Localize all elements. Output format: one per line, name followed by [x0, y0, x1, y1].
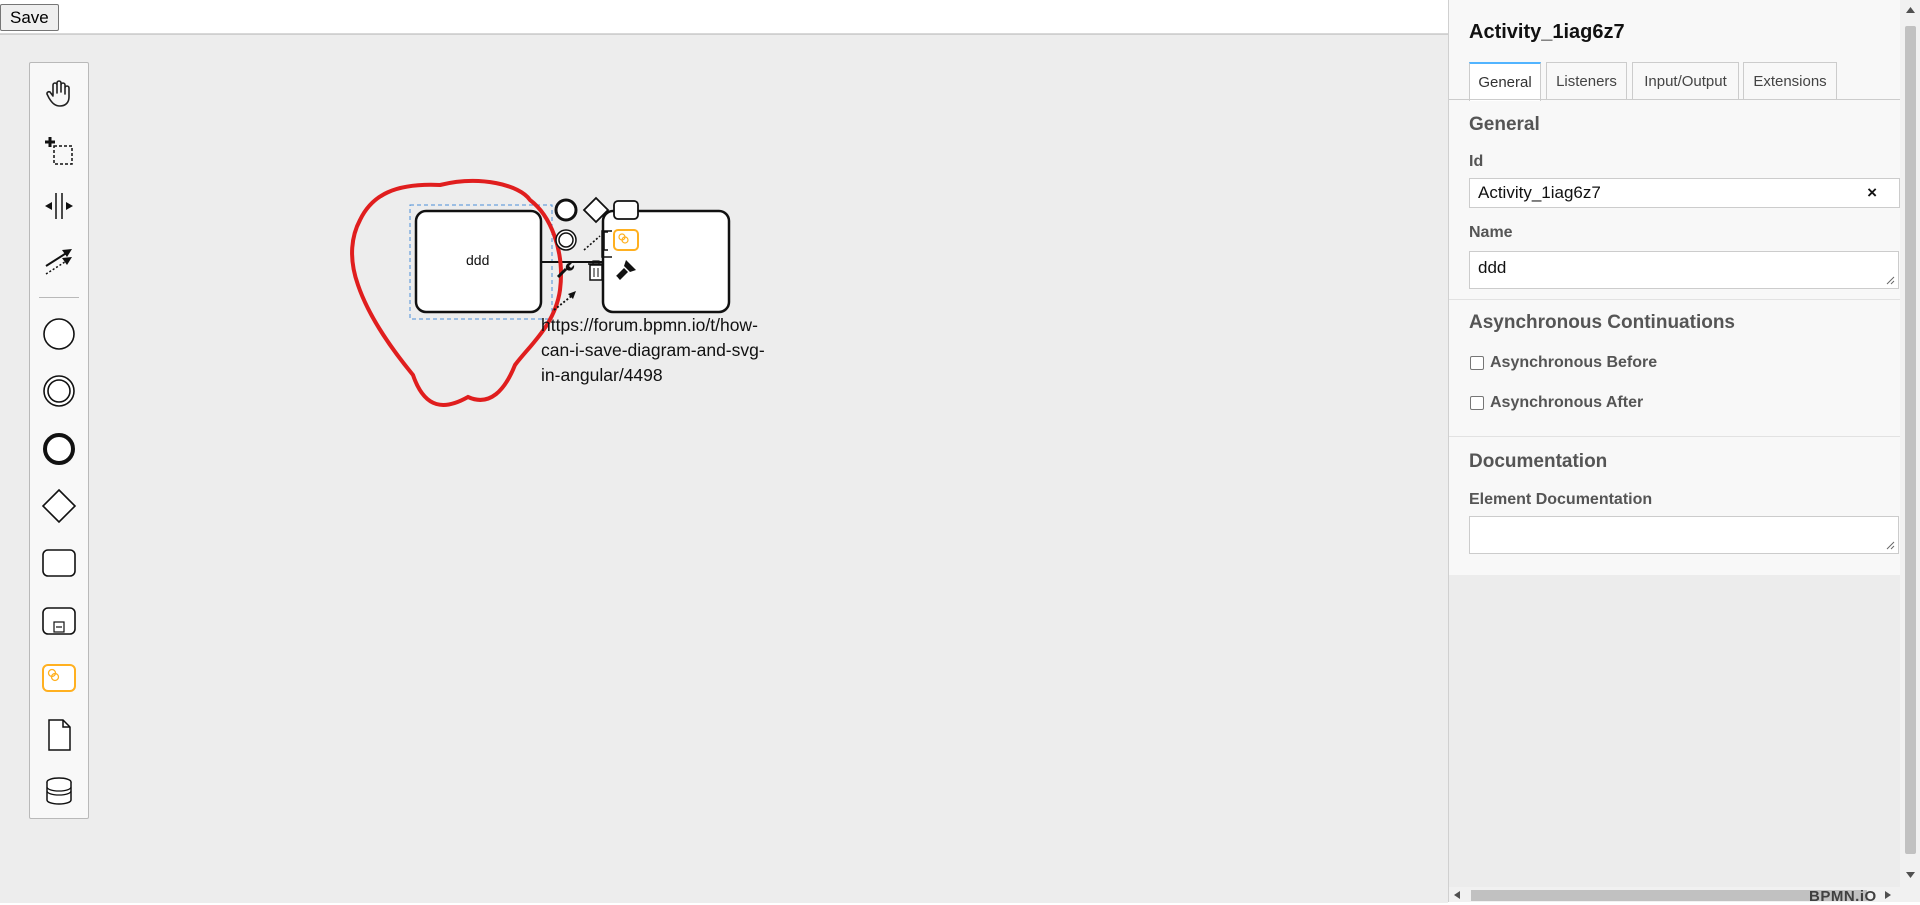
- space-tool-icon[interactable]: [30, 181, 88, 231]
- name-field[interactable]: ddd: [1469, 251, 1899, 289]
- start-event-icon[interactable]: [30, 309, 88, 359]
- top-bar: Save: [0, 0, 1448, 34]
- scroll-down-icon[interactable]: [1905, 871, 1916, 879]
- data-object-icon[interactable]: [30, 710, 88, 760]
- id-field[interactable]: Activity_1iag6z7 ×: [1469, 178, 1900, 208]
- async-before-label: Asynchronous Before: [1490, 354, 1658, 371]
- tab-input-output[interactable]: Input/Output: [1632, 62, 1739, 99]
- wrench-icon[interactable]: [551, 255, 581, 285]
- element-documentation-label: Element Documentation: [1469, 491, 1653, 508]
- group-divider: [1449, 299, 1900, 300]
- name-label: Name: [1469, 224, 1513, 241]
- tabs-underline: [1449, 99, 1900, 100]
- async-after-label: Asynchronous After: [1490, 394, 1644, 411]
- properties-panel: Activity_1iag6z7 General Listeners Input…: [1448, 0, 1920, 905]
- resize-grip-icon[interactable]: [1886, 541, 1895, 550]
- trash-icon[interactable]: [581, 255, 611, 285]
- tool-palette: [29, 62, 89, 819]
- group-title-general: General: [1469, 114, 1540, 135]
- connect-icon[interactable]: [551, 285, 581, 315]
- data-store-icon[interactable]: [30, 766, 88, 816]
- global-connect-tool-icon[interactable]: [30, 236, 88, 286]
- name-value: ddd: [1478, 258, 1507, 277]
- subprocess-icon[interactable]: [30, 596, 88, 646]
- resize-grip-icon[interactable]: [1886, 276, 1895, 285]
- change-type-service-icon[interactable]: [611, 225, 641, 255]
- diagram-svg: [350, 178, 731, 407]
- color-brush-icon[interactable]: [611, 255, 641, 285]
- end-event-icon[interactable]: [30, 424, 88, 474]
- tab-general[interactable]: General: [1469, 62, 1541, 101]
- annotation-line-2: can-i-save-diagram-and-svg-: [541, 340, 765, 360]
- task-label: ddd: [466, 252, 490, 268]
- service-task-icon[interactable]: [30, 653, 88, 703]
- tab-extensions[interactable]: Extensions: [1743, 62, 1837, 99]
- context-pad: [551, 196, 641, 333]
- append-intermediate-event-icon[interactable]: [551, 225, 581, 255]
- properties-empty-area: [1449, 575, 1900, 887]
- append-gateway-icon[interactable]: [581, 195, 611, 225]
- gateway-icon[interactable]: [30, 481, 88, 531]
- bpmn-io-logo[interactable]: BPMN.iO: [1809, 888, 1877, 905]
- id-label: Id: [1469, 153, 1484, 170]
- properties-content: Activity_1iag6z7 General Listeners Input…: [1449, 0, 1900, 575]
- save-button[interactable]: Save: [0, 4, 59, 31]
- async-after-checkbox-row[interactable]: Asynchronous After: [1469, 392, 1643, 414]
- scroll-up-icon[interactable]: [1905, 6, 1916, 14]
- intermediate-event-icon[interactable]: [30, 366, 88, 416]
- palette-separator: [39, 297, 79, 298]
- diagram-canvas[interactable]: ddd https://forum.bpmn.io/t/how- can-i-s…: [0, 34, 1448, 903]
- async-after-checkbox[interactable]: [1470, 396, 1484, 410]
- element-title: Activity_1iag6z7: [1469, 21, 1625, 43]
- append-text-annotation-icon[interactable]: [581, 225, 611, 255]
- task-icon[interactable]: [30, 538, 88, 588]
- async-before-checkbox[interactable]: [1470, 356, 1484, 370]
- id-value: Activity_1iag6z7: [1478, 183, 1601, 202]
- group-title-documentation: Documentation: [1469, 451, 1608, 472]
- group-title-async: Asynchronous Continuations: [1469, 312, 1735, 333]
- scroll-right-icon[interactable]: [1884, 890, 1892, 900]
- append-end-event-icon[interactable]: [551, 195, 581, 225]
- scroll-left-icon[interactable]: [1453, 890, 1461, 900]
- async-before-checkbox-row[interactable]: Asynchronous Before: [1469, 352, 1657, 374]
- horizontal-scrollbar-thumb[interactable]: [1471, 890, 1867, 901]
- tab-listeners[interactable]: Listeners: [1546, 62, 1627, 99]
- element-documentation-field[interactable]: [1469, 516, 1899, 554]
- vertical-scrollbar-thumb[interactable]: [1905, 26, 1916, 854]
- hand-tool-icon[interactable]: [30, 68, 88, 118]
- vertical-scrollbar[interactable]: [1900, 0, 1920, 887]
- lasso-tool-icon[interactable]: [30, 126, 88, 176]
- annotation-line-3: in-angular/4498: [541, 365, 663, 385]
- group-divider: [1449, 436, 1900, 437]
- clear-id-button[interactable]: ×: [1867, 183, 1877, 203]
- append-task-icon[interactable]: [611, 195, 641, 225]
